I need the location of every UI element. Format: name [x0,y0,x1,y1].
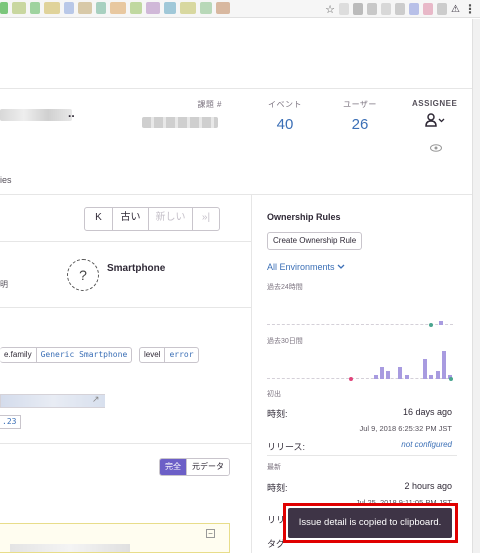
chart-bar[interactable] [435,371,440,379]
collapse-icon[interactable]: − [206,529,215,538]
extension-icon[interactable] [353,3,364,15]
issue-title-ellipsis: .. [68,106,75,120]
first-seen-release-label: リリース: [267,442,306,452]
release-marker-dot[interactable] [349,377,353,381]
newer-event-button[interactable]: 新しい [149,208,193,230]
subscribe-eye-icon[interactable] [430,143,442,155]
extension-icon[interactable] [381,3,392,15]
first-seen-heading: 初出 [267,391,281,398]
stacktrace-view-toggle: 完全 元データ [159,458,230,476]
extension-icon[interactable] [437,3,448,15]
url-field-redacted[interactable] [0,394,105,408]
extension-icon[interactable] [339,3,350,15]
warning-extension-icon[interactable]: ⚠ [451,4,460,15]
last-seen-heading: 最新 [267,464,281,471]
raw-view-button[interactable]: 元データ [186,459,229,475]
tag-value[interactable]: error [164,348,197,362]
chart-bar[interactable] [429,375,434,379]
events-count: 40 [276,116,294,133]
chart-bar[interactable] [404,375,409,379]
users-count: 26 [351,116,369,133]
events-stat[interactable]: イベント 40 [258,99,312,133]
bookmark-star-icon[interactable]: ☆ [325,3,335,16]
divider [0,307,252,308]
device-partial-label: 明 [0,280,8,289]
divider [267,455,457,456]
last-event-button[interactable]: »| [193,208,219,230]
scrollbar[interactable] [472,19,480,553]
chevron-down-icon [337,264,345,269]
event-pager: K 古い 新しい »| [84,207,220,231]
last-24h-label: 過去24時間 [267,284,303,291]
environment-label: All Environments [267,262,335,272]
tab-partial[interactable]: ies [0,175,12,185]
unknown-device-icon: ? [67,259,99,291]
browser-toolbar: ☆ ⚠ ⋮ [0,0,480,18]
chart-bar[interactable] [385,371,390,379]
chart-24h[interactable] [267,295,453,327]
chart-bar[interactable] [373,375,378,379]
issue-sidebar: Ownership Rules Create Ownership Rule Al… [258,195,472,553]
divider [0,241,252,242]
create-ownership-rule-button[interactable]: Create Ownership Rule [267,232,363,250]
divider [0,443,252,444]
environment-dropdown[interactable]: All Environments [267,262,345,272]
first-seen-release-value[interactable]: not configured [401,440,452,449]
external-link-icon[interactable]: ↗ [92,394,100,405]
issue-title-redacted [0,109,72,121]
ownership-heading: Ownership Rules [267,212,341,222]
first-seen-time-label: 時刻: [267,409,288,419]
events-label: イベント [268,100,302,109]
clipboard-toast: Issue detail is copied to clipboard. [288,508,452,538]
extension-icon[interactable] [367,3,378,15]
issue-id-redacted [142,117,218,128]
release-marker-dot[interactable] [449,377,453,381]
users-stat[interactable]: ユーザー 26 [332,99,388,133]
device-name: Smartphone [107,263,166,274]
assignee-selector[interactable]: ASSIGNEE [412,99,457,130]
release-version-tag[interactable]: .23 [0,415,22,429]
page-top-area [0,19,472,89]
tag-key: level [144,350,161,359]
code-redacted [10,544,130,552]
user-icon[interactable] [412,113,457,130]
first-seen-absolute: Jul 9, 2018 6:25:32 PM JST [359,424,452,433]
release-marker-dot[interactable] [429,323,433,327]
tag-key: e.family [4,350,32,359]
first-event-button[interactable]: K [85,208,113,230]
chart-bar[interactable] [379,367,384,379]
extension-icon[interactable] [395,3,406,15]
stacktrace-frame[interactable]: − [0,523,230,553]
chart-bar[interactable] [441,351,446,379]
tag-level[interactable]: level error [139,347,199,363]
last-seen-relative: 2 hours ago [404,481,452,491]
users-label: ユーザー [343,100,377,109]
tag-value[interactable]: Generic Smartphone [35,348,132,362]
extension-icon[interactable] [423,3,434,15]
first-seen-relative: 16 days ago [402,407,452,417]
issue-header: .. 課題 # イベント 40 ユーザー 26 ASSIGNEE ies [0,89,472,195]
user-chevron-icon [424,113,445,127]
event-main-column: K 古い 新しい »| ? Smartphone 明 e.family Gene… [0,195,252,553]
browser-menu-icon[interactable]: ⋮ [464,2,476,16]
chart-bar[interactable] [423,359,428,379]
chart-bar[interactable] [398,367,403,379]
bookmarks-bar [0,0,300,18]
extension-icon[interactable] [409,3,420,15]
last-seen-time-label: 時刻: [267,483,288,493]
assignee-label: ASSIGNEE [412,99,458,108]
tag-device-family[interactable]: e.family Generic Smartphone [0,347,133,363]
full-view-button[interactable]: 完全 [160,459,186,475]
chart-bar[interactable] [439,321,444,325]
older-event-button[interactable]: 古い [113,208,149,230]
issue-id-stat: 課題 # [142,99,222,128]
chart-30d[interactable] [267,347,453,381]
last-30d-label: 過去30日間 [267,338,303,345]
issue-id-label: 課題 # [197,100,222,109]
